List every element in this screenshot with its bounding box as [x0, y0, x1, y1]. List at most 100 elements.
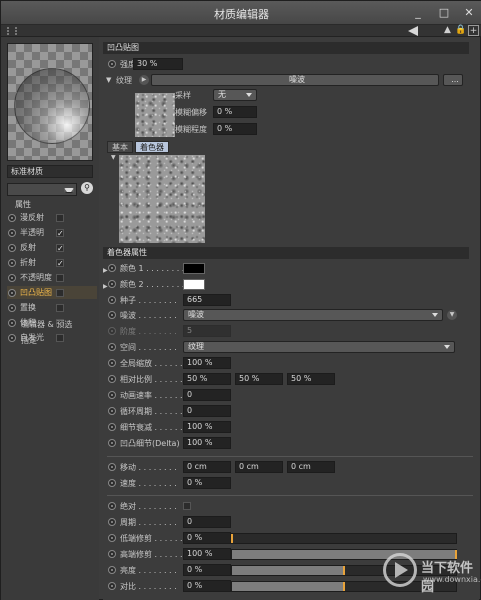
material-dropdown[interactable]: [7, 183, 77, 196]
absolute-row: 绝对: [103, 500, 473, 513]
sampling-dropdown[interactable]: 无: [213, 89, 257, 101]
divider: [107, 495, 473, 496]
channel-translucency[interactable]: 半透明 ✓: [7, 226, 97, 239]
brightness-field[interactable]: 0 %: [183, 564, 231, 576]
octaves-row: 阶度 5: [103, 325, 473, 338]
seed-row: 种子 665: [103, 294, 473, 307]
expand-arrow-icon[interactable]: ▼: [106, 74, 111, 87]
move-x-field[interactable]: 0 cm: [183, 461, 231, 473]
tab-shader[interactable]: 着色器: [135, 141, 169, 153]
bump-strength-field[interactable]: 30 %: [133, 58, 183, 70]
loop-row: 循环周期 0: [103, 405, 473, 418]
material-name-field[interactable]: 标准材质: [7, 165, 93, 178]
eyedropper-icon[interactable]: ⚲: [81, 182, 93, 194]
bump-texture-row: ▼ 纹理 ▶ 噪波 ...: [103, 74, 473, 87]
blur-scale-field[interactable]: 0 %: [213, 123, 257, 135]
detail-atten-field[interactable]: 100 %: [183, 421, 231, 433]
channel-checkbox[interactable]: ✓: [56, 259, 64, 268]
global-scale-row: 全局缩放 100 %: [103, 357, 473, 370]
noise-type-dropdown[interactable]: 噪波: [183, 309, 443, 321]
channel-checkbox[interactable]: [56, 289, 64, 297]
anim-speed-field[interactable]: 0: [183, 389, 231, 401]
arrow-left-icon[interactable]: [408, 26, 418, 36]
editor-preview-link[interactable]: 编辑器 & 预选: [21, 319, 72, 330]
speed-field[interactable]: 0 %: [183, 477, 231, 489]
attributes-panel: 凹凸贴图 强度 30 % ▼ 纹理 ▶ 噪波 ... 采样 无 模糊偏移 0 %…: [103, 37, 479, 600]
channel-checkbox[interactable]: ✓: [56, 244, 64, 253]
anim-speed-row: 动画速率 0: [103, 389, 473, 402]
toolbar: ▲ 🔒 +: [1, 25, 481, 37]
channel-checkbox[interactable]: [56, 334, 64, 342]
sampling-row: 采样 无: [103, 89, 473, 102]
color2-swatch[interactable]: [183, 279, 205, 290]
color1-swatch[interactable]: [183, 263, 205, 274]
watermark: 当下软件园 www.downxia.com: [383, 549, 481, 595]
channel-panel: 标准材质 ⚲ 属性 漫反射 半透明 ✓ 反射 ✓ 折射 ✓ 不透明度 凹凸贴图 置换 …: [1, 37, 99, 600]
seed-field[interactable]: 665: [183, 294, 231, 306]
watermark-url: www.downxia.com: [423, 575, 481, 584]
shader-section-header: 着色器属性: [103, 247, 469, 259]
channel-checkbox[interactable]: [56, 274, 64, 282]
expand-arrow-icon[interactable]: ▼: [111, 154, 116, 161]
global-scale-field[interactable]: 100 %: [183, 357, 231, 369]
lock-icon[interactable]: 🔒: [455, 25, 466, 36]
rel-scale-x-field[interactable]: 50 %: [183, 373, 231, 385]
rel-scale-z-field[interactable]: 50 %: [287, 373, 335, 385]
preview-sphere: [14, 68, 90, 144]
shader-tabs: 基本 着色器: [107, 141, 247, 153]
speed-row: 速度 0 %: [103, 477, 473, 490]
contrast-field[interactable]: 0 %: [183, 580, 231, 592]
absolute-checkbox[interactable]: [183, 502, 191, 510]
up-arrow-icon[interactable]: ▲: [442, 25, 453, 36]
move-row: 移动 0 cm 0 cm 0 cm: [103, 461, 473, 474]
channel-displacement[interactable]: 置换: [7, 301, 97, 314]
delta-field[interactable]: 100 %: [183, 437, 231, 449]
divider: [107, 456, 473, 457]
material-preview[interactable]: [7, 43, 93, 161]
rel-scale-y-field[interactable]: 50 %: [235, 373, 283, 385]
title-bar[interactable]: 材质编辑器 _ □ ✕: [1, 1, 481, 25]
texture-more-button[interactable]: ...: [443, 74, 463, 86]
channel-reflection[interactable]: 反射 ✓: [7, 241, 97, 254]
channel-checkbox[interactable]: [56, 304, 64, 312]
grip-icon[interactable]: [7, 27, 17, 35]
shader-preview[interactable]: [119, 155, 205, 243]
play-icon[interactable]: ▶: [139, 75, 149, 85]
material-editor-window: 材质编辑器 _ □ ✕ ▲ 🔒 + 标准材质 ⚲ 属性 漫反射 半透明 ✓ 反射 ✓…: [0, 0, 481, 600]
texture-button[interactable]: 噪波: [151, 74, 439, 86]
noise-row: 噪波 噪波 ▼: [103, 309, 473, 322]
channel-refraction[interactable]: 折射 ✓: [7, 256, 97, 269]
move-y-field[interactable]: 0 cm: [235, 461, 283, 473]
low-clip-field[interactable]: 0 %: [183, 532, 231, 544]
channel-checkbox[interactable]: [56, 214, 64, 222]
bump-strength-row: 强度 30 %: [103, 58, 473, 71]
channel-alpha[interactable]: 不透明度: [7, 271, 97, 284]
blur-offset-row: 模糊偏移 0 %: [103, 106, 473, 119]
noise-preview-icon[interactable]: ▼: [447, 310, 457, 320]
move-z-field[interactable]: 0 cm: [287, 461, 335, 473]
assign-link[interactable]: 指定: [21, 335, 37, 346]
low-clip-row: 低端修剪 0 %: [103, 532, 473, 545]
channel-checkbox[interactable]: ✓: [56, 229, 64, 238]
low-clip-slider[interactable]: [231, 533, 457, 544]
channels-header: 属性: [15, 200, 31, 209]
loop-field[interactable]: 0: [183, 405, 231, 417]
high-clip-field[interactable]: 100 %: [183, 548, 231, 560]
watermark-logo-icon: [383, 553, 417, 587]
octaves-field[interactable]: 5: [183, 325, 231, 337]
cycle-row: 周期 0: [103, 516, 473, 529]
maximize-button[interactable]: □: [431, 4, 457, 21]
minimize-button[interactable]: _: [405, 4, 431, 21]
channel-diffuse[interactable]: 漫反射: [7, 211, 97, 224]
delta-row: 凹凸细节(Delta) 100 %: [103, 437, 473, 450]
blur-scale-row: 模糊程度 0 %: [103, 123, 473, 136]
close-button[interactable]: ✕: [456, 4, 481, 21]
bump-section-header: 凹凸贴图: [103, 42, 469, 54]
blur-offset-field[interactable]: 0 %: [213, 106, 257, 118]
channel-bump[interactable]: 凹凸贴图: [7, 286, 97, 299]
add-icon[interactable]: +: [468, 25, 479, 36]
tab-basic[interactable]: 基本: [107, 141, 133, 153]
rel-scale-row: 相对比例 50 % 50 % 50 %: [103, 373, 473, 386]
space-dropdown[interactable]: 纹理: [183, 341, 455, 353]
cycle-field[interactable]: 0: [183, 516, 231, 528]
